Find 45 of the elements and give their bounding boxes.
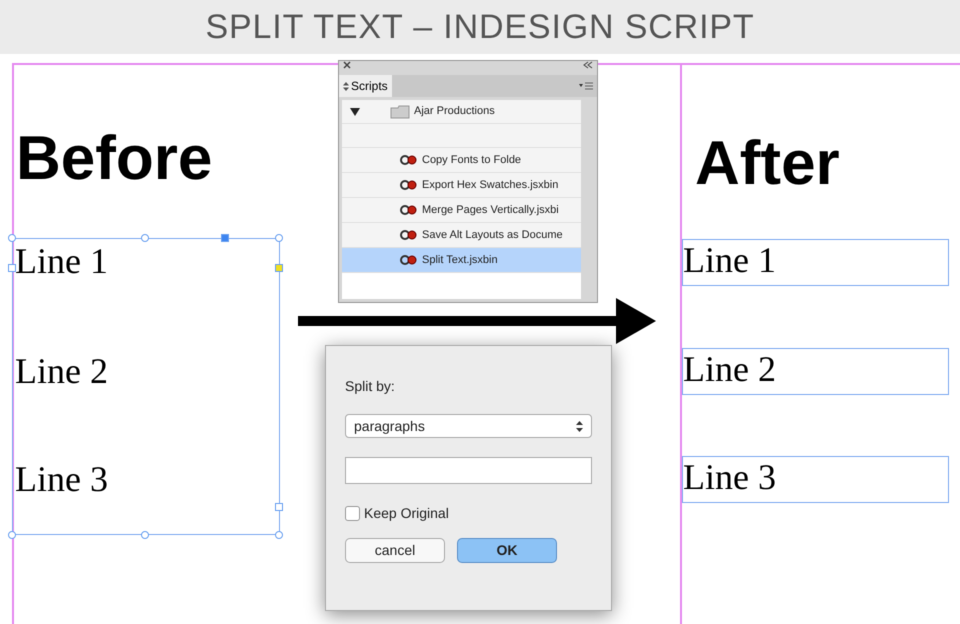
script-icon [400, 229, 418, 241]
frame-handle[interactable] [8, 234, 16, 242]
frame-handle[interactable] [275, 503, 283, 511]
banner-title: SPLIT TEXT – INDESIGN SCRIPT [205, 6, 755, 48]
frame-handle[interactable] [141, 234, 149, 242]
script-item[interactable]: Merge Pages Vertically.jsxbi [342, 198, 581, 223]
text-frame[interactable]: Line 3 [682, 456, 949, 503]
frame-handle[interactable] [275, 264, 283, 272]
split-by-select[interactable]: paragraphs [345, 414, 592, 438]
checkbox[interactable] [345, 506, 360, 521]
text-frame[interactable]: Line 1 [682, 239, 949, 286]
checkbox-label: Keep Original [364, 504, 449, 523]
script-icon [400, 154, 418, 166]
text-line: Line 3 [15, 461, 108, 497]
text-line: Line 2 [15, 353, 108, 389]
dialog-button[interactable]: cancel [345, 538, 445, 563]
sort-arrows-icon [343, 82, 349, 90]
before-heading: Before [16, 128, 212, 190]
frame-handle[interactable] [275, 234, 283, 242]
frame-handle[interactable] [141, 531, 149, 539]
text-frame[interactable]: Line 2 [682, 348, 949, 395]
after-heading: After [695, 133, 840, 195]
script-icon [400, 204, 418, 216]
script-item[interactable]: Split Text.jsxbin [342, 248, 581, 273]
disclosure-triangle-icon[interactable] [350, 108, 360, 116]
dialog-button[interactable]: OK [457, 538, 557, 563]
script-item[interactable]: Copy Fonts to Folde [342, 148, 581, 173]
input-field[interactable] [345, 457, 592, 484]
text-frame[interactable] [12, 238, 280, 535]
folder-icon [390, 104, 410, 118]
text-line: Line 1 [15, 243, 108, 279]
frame-handle[interactable] [8, 264, 16, 272]
frame-handle[interactable] [221, 234, 229, 242]
script-item[interactable]: Save Alt Layouts as Docume [342, 223, 581, 248]
script-icon [400, 179, 418, 191]
frame-handle[interactable] [275, 531, 283, 539]
frame-handle[interactable] [8, 531, 16, 539]
right-arrow-icon [298, 296, 656, 346]
script-item[interactable]: Export Hex Swatches.jsxbin [342, 173, 581, 198]
close-icon[interactable] [343, 61, 351, 69]
panel-menu-icon[interactable] [579, 81, 593, 91]
split-by-label: Split by: [345, 377, 396, 396]
stepper-icon [576, 420, 583, 432]
panel-tab[interactable]: Scripts [339, 75, 392, 97]
script-icon [400, 254, 418, 266]
